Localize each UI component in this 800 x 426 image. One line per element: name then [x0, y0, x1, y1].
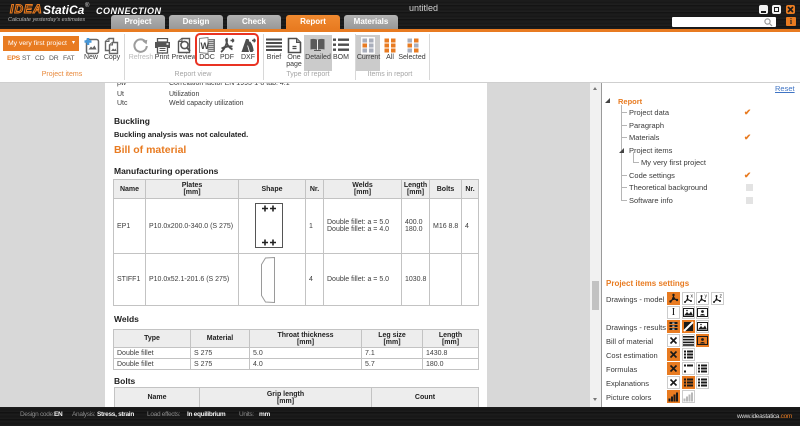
- svg-text:W: W: [201, 41, 210, 51]
- svg-text:y: y: [705, 294, 708, 300]
- svg-text:x: x: [691, 294, 694, 300]
- svg-text:z: z: [720, 294, 723, 300]
